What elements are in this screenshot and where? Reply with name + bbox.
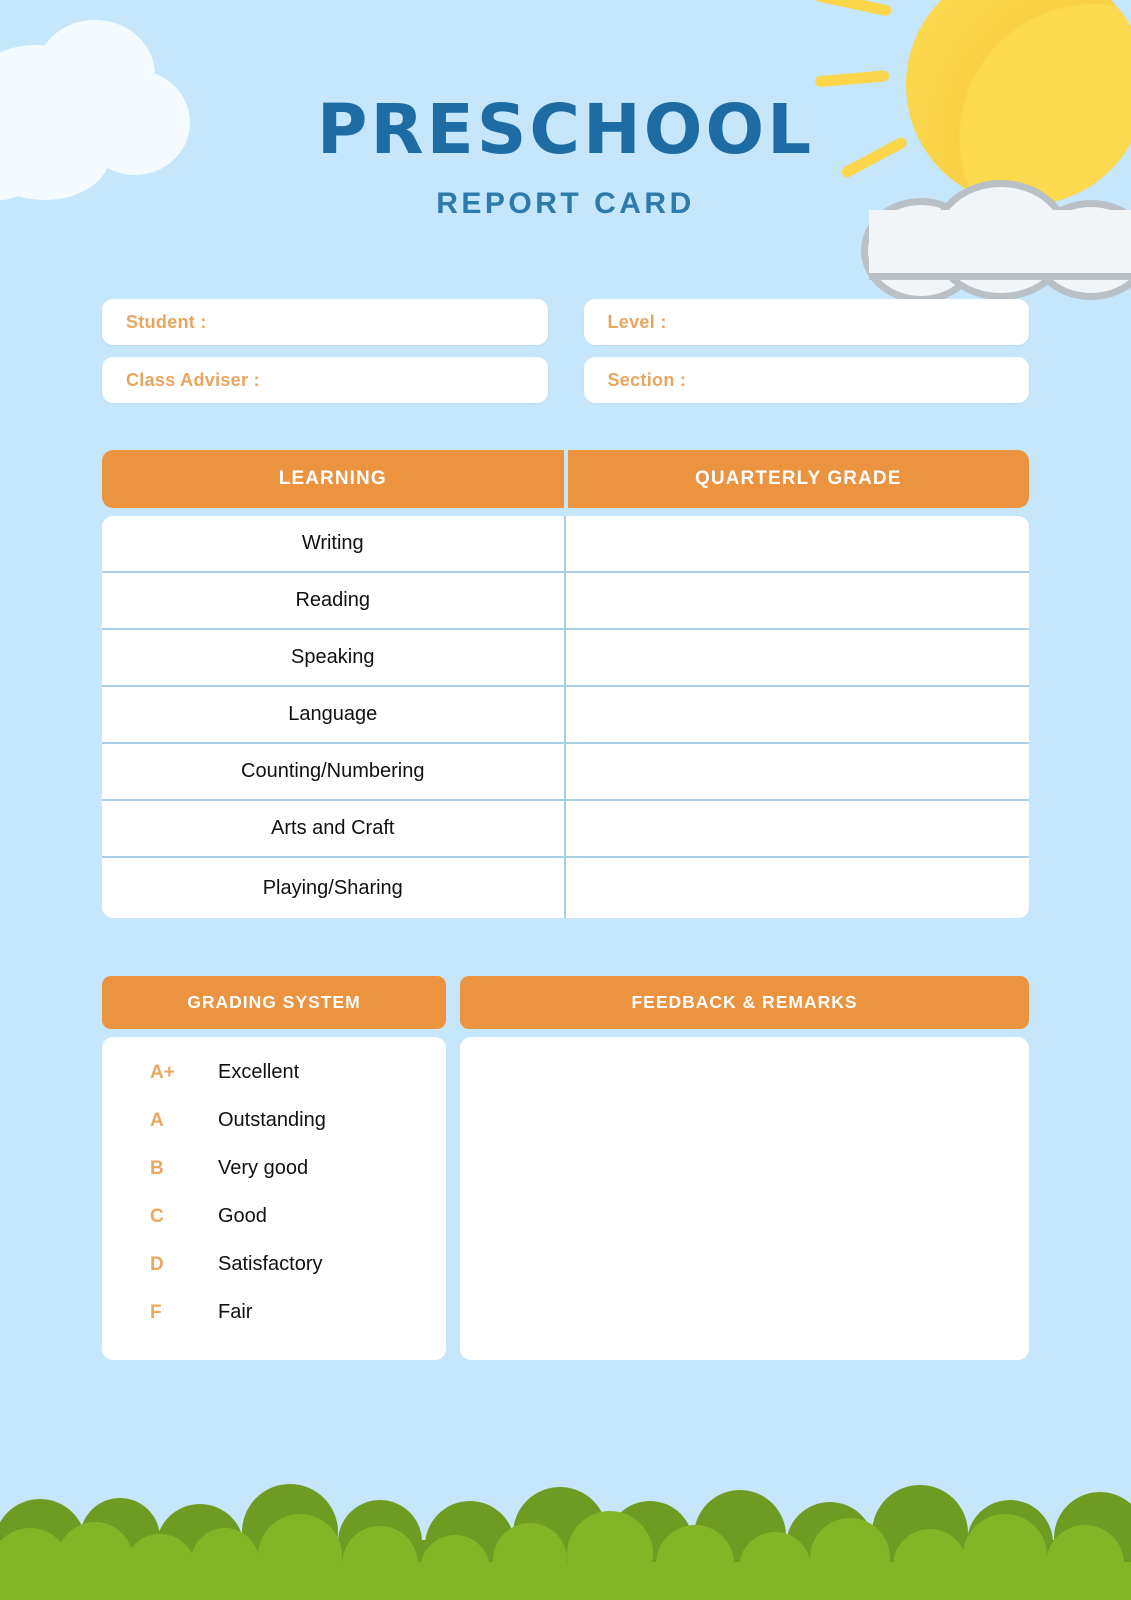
learning-table-header: LEARNING QUARTERLY GRADE [102, 450, 1029, 508]
grade-description: Outstanding [218, 1109, 326, 1131]
grade-cell[interactable] [566, 801, 1030, 856]
feedback-panel: FEEDBACK & REMARKS [460, 976, 1029, 1360]
learning-table-body: Writing Reading Speaking Language Counti… [102, 516, 1029, 918]
class-adviser-label: Class Adviser : [126, 369, 260, 390]
table-row: Language [102, 687, 1029, 744]
grading-system-body: A+ Excellent A Outstanding B Very good C… [102, 1037, 446, 1360]
table-row: Arts and Craft [102, 801, 1029, 858]
grade-cell[interactable] [566, 516, 1030, 571]
grade-letter: F [150, 1302, 162, 1323]
grade-description: Very good [218, 1157, 309, 1179]
table-row: Reading [102, 573, 1029, 630]
list-item: C Good [150, 1205, 446, 1253]
page-subtitle: REPORT CARD [436, 187, 695, 220]
bush-front-layer-icon [0, 1511, 1131, 1600]
list-item: A+ Excellent [150, 1061, 446, 1109]
grade-cell[interactable] [566, 573, 1030, 628]
list-item: B Very good [150, 1157, 446, 1205]
grade-cell[interactable] [566, 687, 1030, 742]
grade-cell[interactable] [566, 630, 1030, 685]
grading-system-header: GRADING SYSTEM [102, 976, 446, 1029]
grade-description: Excellent [218, 1061, 300, 1083]
grade-cell[interactable] [566, 858, 1030, 918]
table-row: Writing [102, 516, 1029, 573]
grade-description: Good [218, 1205, 267, 1227]
grade-letter: B [150, 1158, 164, 1179]
table-row: Speaking [102, 630, 1029, 687]
bottom-section: GRADING SYSTEM A+ Excellent A Outstandin… [102, 976, 1029, 1360]
table-row: Counting/Numbering [102, 744, 1029, 801]
grade-letter: C [150, 1206, 164, 1227]
learning-cell: Playing/Sharing [102, 858, 566, 918]
feedback-header: FEEDBACK & REMARKS [460, 976, 1029, 1029]
student-info-section: Student : Level : Class Adviser : Sectio… [102, 299, 1029, 403]
grade-letter: A+ [150, 1062, 175, 1083]
learning-cell: Arts and Craft [102, 801, 566, 856]
column-header-quarterly-grade: QUARTERLY GRADE [567, 450, 1029, 508]
grading-scale-list: A+ Excellent A Outstanding B Very good C… [102, 1037, 446, 1349]
section-label: Section : [607, 369, 687, 390]
bushes-decoration [0, 1450, 1131, 1600]
table-row: Playing/Sharing [102, 858, 1029, 918]
list-item: D Satisfactory [150, 1253, 446, 1301]
grade-letter: A [150, 1110, 164, 1131]
learning-cell: Language [102, 687, 566, 742]
student-field[interactable]: Student : [102, 299, 548, 345]
page-title: PRESCHOOL [316, 90, 815, 170]
section-field[interactable]: Section : [583, 357, 1029, 403]
class-adviser-field[interactable]: Class Adviser : [102, 357, 548, 403]
learning-cell: Reading [102, 573, 566, 628]
learning-table: LEARNING QUARTERLY GRADE Writing Reading… [102, 450, 1029, 918]
grade-letter: D [150, 1254, 164, 1275]
column-header-learning: LEARNING [102, 450, 564, 508]
feedback-input-area[interactable] [460, 1037, 1029, 1360]
list-item: F Fair [150, 1301, 446, 1349]
bush-back-layer-icon [0, 1484, 1131, 1600]
learning-cell: Writing [102, 516, 566, 571]
learning-cell: Speaking [102, 630, 566, 685]
grade-description: Fair [218, 1301, 253, 1323]
student-label: Student : [126, 311, 207, 332]
learning-cell: Counting/Numbering [102, 744, 566, 799]
grade-cell[interactable] [566, 744, 1030, 799]
level-field[interactable]: Level : [583, 299, 1029, 345]
level-label: Level : [607, 311, 667, 332]
list-item: A Outstanding [150, 1109, 446, 1157]
report-card-page: PRESCHOOL REPORT CARD Student : Level : … [0, 0, 1131, 1360]
grade-description: Satisfactory [218, 1253, 323, 1275]
header: PRESCHOOL REPORT CARD [102, 0, 1029, 221]
grading-system-panel: GRADING SYSTEM A+ Excellent A Outstandin… [102, 976, 446, 1360]
